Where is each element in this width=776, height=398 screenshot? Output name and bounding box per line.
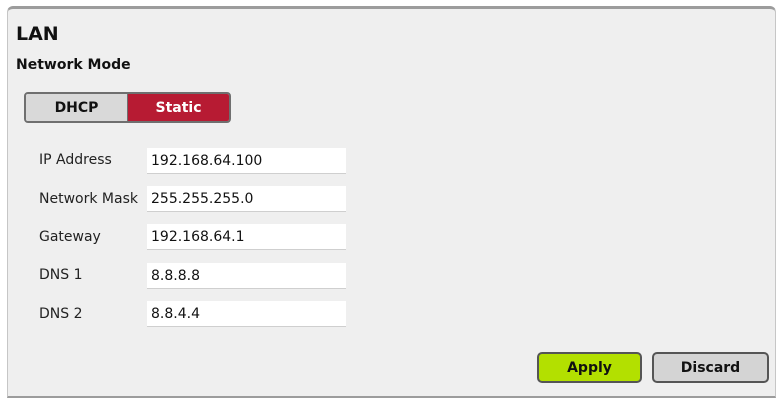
gateway-field[interactable] [147, 224, 346, 250]
dns2-label: DNS 2 [39, 306, 83, 322]
static-mode-button[interactable]: Static [128, 94, 229, 121]
network-mask-label: Network Mask [39, 191, 138, 207]
ip-address-field[interactable] [147, 148, 346, 174]
network-mode-label: Network Mode [16, 57, 131, 73]
dns1-label: DNS 1 [39, 267, 83, 283]
network-mask-field[interactable] [147, 186, 346, 212]
panel-title: LAN [16, 23, 59, 45]
discard-button[interactable]: Discard [652, 352, 769, 383]
gateway-label: Gateway [39, 229, 101, 245]
dhcp-mode-button[interactable]: DHCP [26, 94, 128, 121]
ip-address-label: IP Address [39, 152, 112, 168]
dns1-field[interactable] [147, 263, 346, 289]
dns2-field[interactable] [147, 301, 346, 327]
network-mode-toggle: DHCP Static [24, 92, 231, 123]
apply-button[interactable]: Apply [537, 352, 642, 383]
